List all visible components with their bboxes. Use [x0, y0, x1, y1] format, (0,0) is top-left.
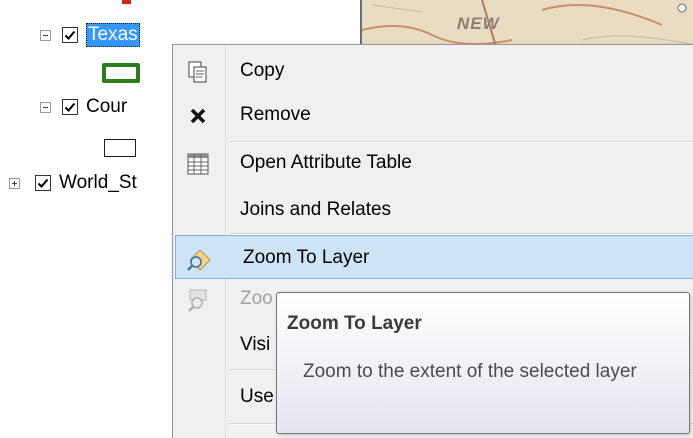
layer-visibility-checkbox[interactable] — [35, 175, 51, 191]
menu-item-zoom-to-layer[interactable]: Zoom To Layer — [175, 235, 693, 279]
tooltip-title: Zoom To Layer — [287, 313, 422, 334]
remove-x-icon — [185, 103, 211, 129]
expand-toggle-icon[interactable] — [9, 177, 20, 189]
menu-item-label: Zoom To Layer — [243, 247, 370, 268]
menu-item-label: Copy — [240, 60, 285, 81]
layer-row-counties[interactable]: Cour — [40, 94, 127, 120]
menu-item-label: Use — [240, 386, 274, 407]
layer-visibility-checkbox[interactable] — [62, 27, 78, 43]
checkmark-icon — [64, 30, 76, 40]
menu-item-label: Visi — [240, 334, 271, 355]
menu-item-label: Joins and Relates — [240, 199, 392, 220]
attribute-table-icon — [185, 151, 211, 177]
tooltip-description: Zoom to the extent of the selected layer — [303, 361, 637, 382]
checkmark-icon — [64, 102, 76, 112]
point-symbol-marker — [122, 0, 131, 4]
checkmark-icon — [37, 178, 49, 188]
menu-item-joins-and-relates[interactable]: Joins and Relates — [173, 188, 693, 232]
layer-visibility-checkbox[interactable] — [62, 99, 78, 115]
menu-item-label: Open Attribute Table — [240, 152, 412, 173]
menu-item-open-attribute-table[interactable]: Open Attribute Table — [173, 141, 693, 185]
copy-icon — [185, 59, 211, 85]
map-state-label: NEW — [457, 14, 500, 33]
menu-item-copy[interactable]: Copy — [173, 49, 693, 93]
layer-row-texas[interactable]: Texas — [40, 22, 140, 48]
collapse-toggle-icon[interactable] — [40, 101, 51, 113]
collapse-toggle-icon[interactable] — [40, 29, 51, 41]
menu-item-remove[interactable]: Remove — [173, 93, 693, 137]
layer-name[interactable]: World_St — [59, 171, 137, 195]
tooltip: Zoom To Layer Zoom to the extent of the … — [276, 292, 690, 434]
layer-name[interactable]: Texas — [86, 23, 140, 47]
layer-name[interactable]: Cour — [86, 95, 127, 119]
layer-row-world-streets[interactable]: World_St — [9, 170, 137, 196]
polygon-symbol-swatch[interactable] — [104, 139, 136, 157]
menu-item-label: Zoo — [240, 288, 273, 309]
polygon-symbol-swatch[interactable] — [102, 63, 140, 83]
menu-item-label: Remove — [240, 104, 311, 125]
zoom-to-layer-icon — [186, 246, 212, 272]
zoom-to-visible-scale-icon — [185, 287, 211, 313]
